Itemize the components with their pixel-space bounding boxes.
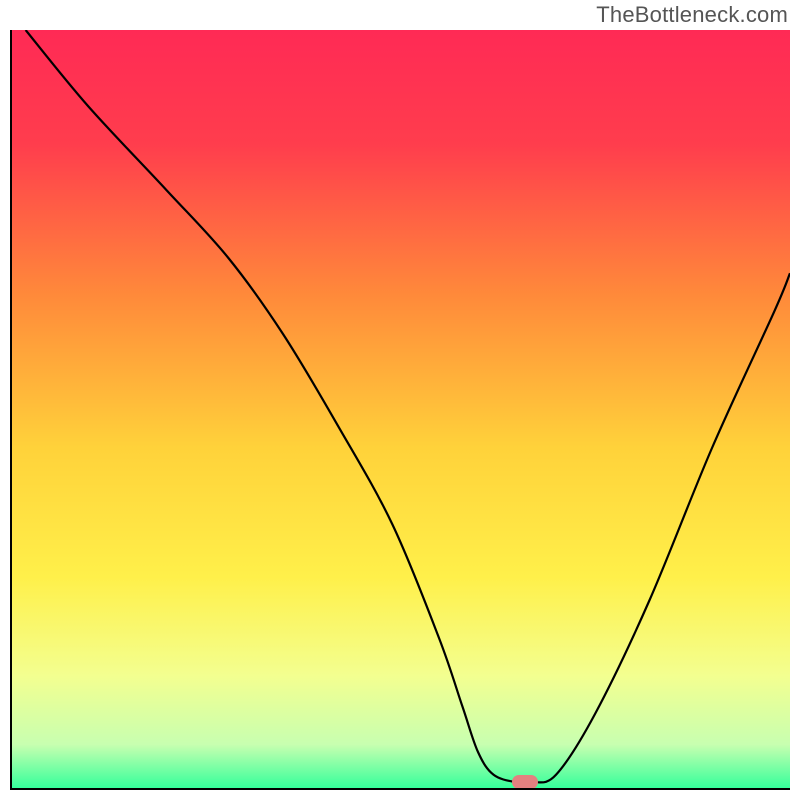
- bottleneck-curve-path: [26, 30, 790, 783]
- plot-area: [10, 30, 790, 790]
- optimal-marker: [512, 775, 538, 789]
- curve-layer: [10, 30, 790, 790]
- watermark-text: TheBottleneck.com: [596, 2, 788, 28]
